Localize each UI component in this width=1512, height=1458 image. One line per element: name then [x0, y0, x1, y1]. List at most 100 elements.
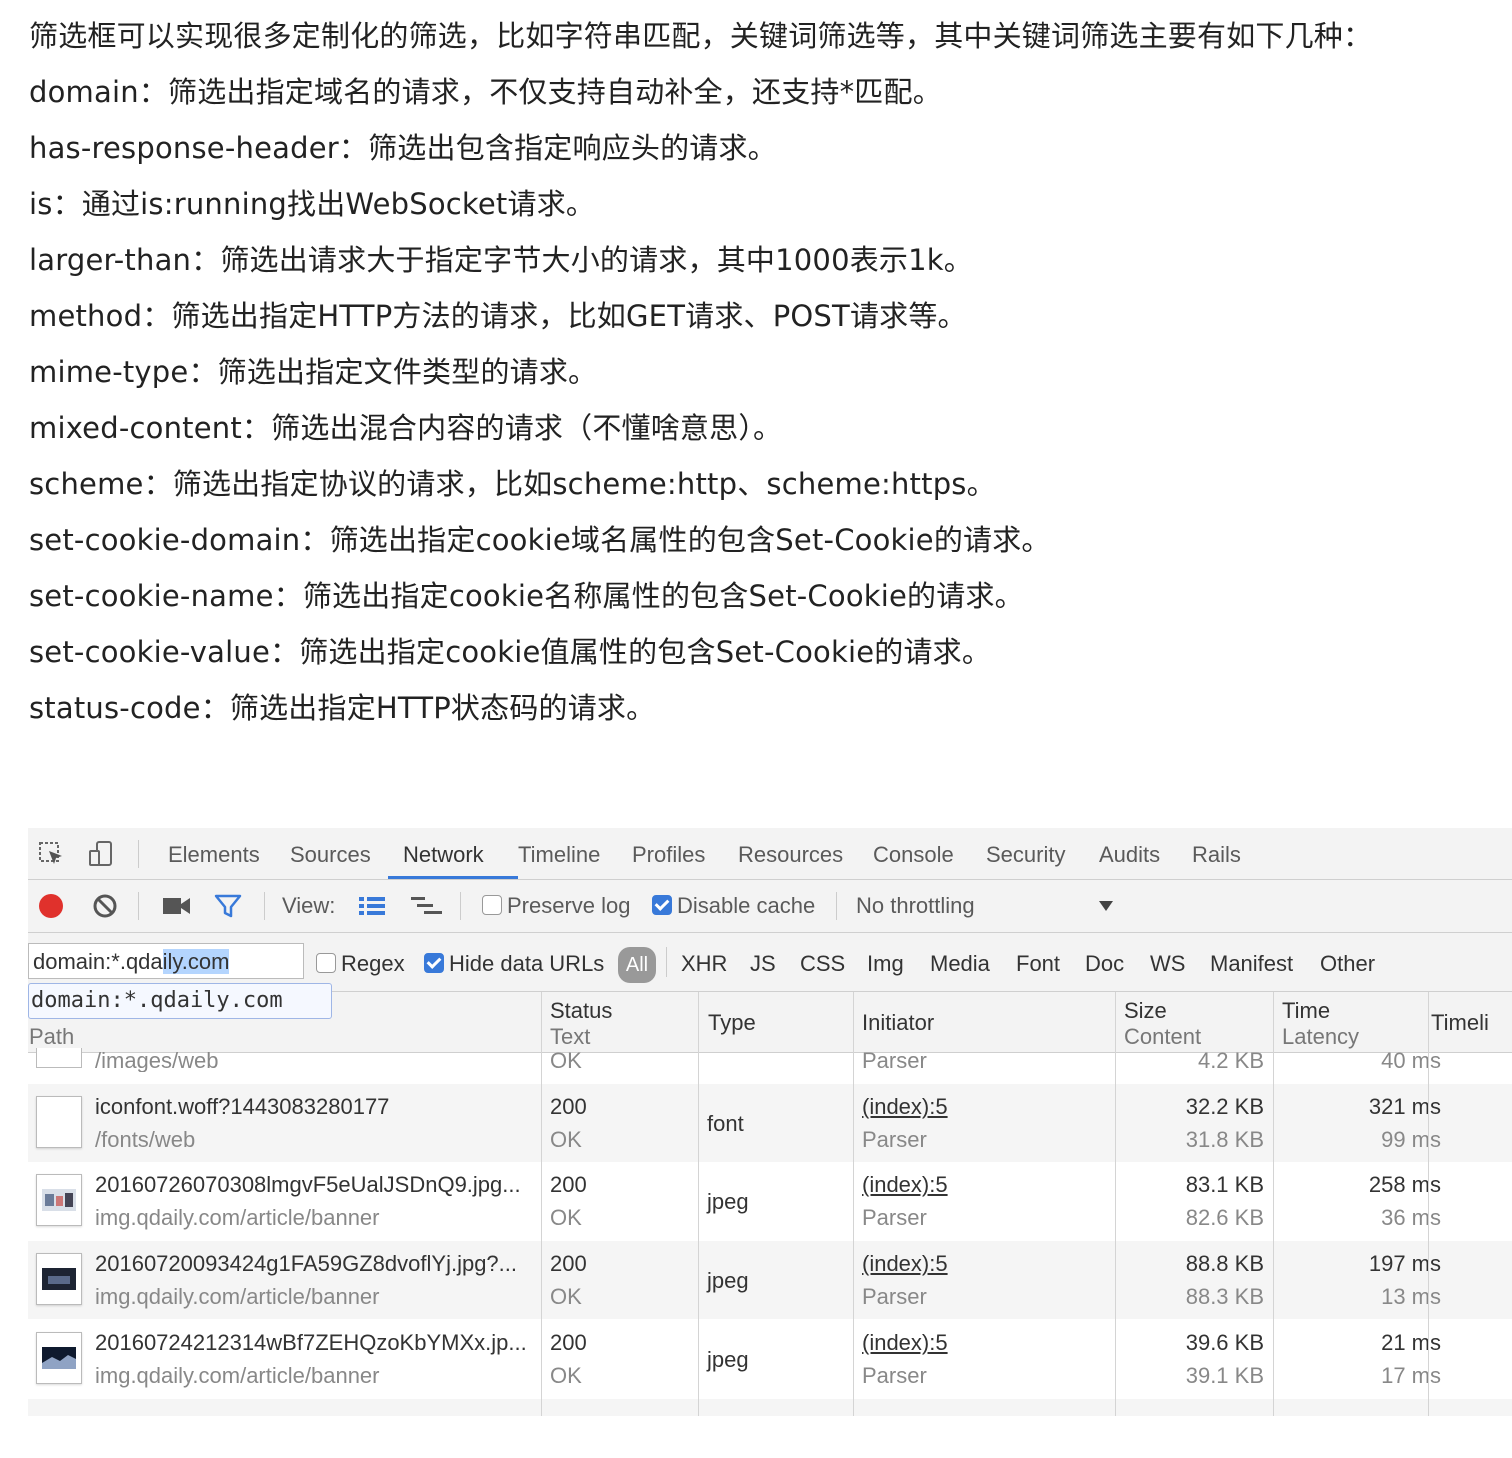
filter-other[interactable]: Other [1320, 951, 1375, 977]
tab-rails[interactable]: Rails [1192, 842, 1241, 868]
row-latency: 17 ms [1381, 1363, 1441, 1388]
filter-xhr[interactable]: XHR [681, 951, 727, 977]
row-initiator-sub: Parser [862, 1363, 927, 1388]
divider [264, 892, 265, 920]
filter-css[interactable]: CSS [800, 951, 845, 977]
record-icon[interactable] [38, 893, 64, 919]
table-row[interactable]: 20160726070308lmgvF5eUalJSDnQ9.jpg... im… [28, 1162, 1512, 1240]
row-time: 21 ms [1381, 1330, 1441, 1355]
row-time: 258 ms [1368, 1172, 1441, 1197]
preserve-log-label: Preserve log [507, 893, 631, 918]
row-initiator-sub: Parser [862, 1048, 927, 1072]
row-name: 20160720093424g1FA59GZ8dvoflYj.jpg?... [95, 1251, 517, 1276]
column-size[interactable]: Size [1124, 998, 1167, 1024]
row-initiator-link[interactable]: (index):5 [862, 1330, 948, 1356]
filter-text: domain:*.qda [33, 949, 163, 974]
row-status-text: OK [550, 1048, 582, 1072]
filter-manifest[interactable]: Manifest [1210, 951, 1293, 977]
filter-img[interactable]: Img [867, 951, 904, 977]
filter-ws[interactable]: WS [1150, 951, 1185, 977]
row-status: 200 [550, 1094, 587, 1119]
checkbox-unchecked[interactable] [316, 953, 336, 973]
article-text: 筛选框可以实现很多定制化的筛选，比如字符串匹配，关键词筛选等，其中关键词筛选主要… [29, 8, 1469, 736]
keyword-line: set-cookie-domain：筛选出指定cookie域名属性的包含Set-… [29, 523, 1051, 557]
filter-selected-text: ily.com [162, 949, 230, 974]
column-divider [698, 992, 699, 1416]
view-label: View: [282, 893, 336, 918]
row-time: 197 ms [1368, 1251, 1441, 1276]
row-status-text: OK [550, 1363, 582, 1388]
row-content: 31.8 KB [1185, 1127, 1264, 1152]
row-status-text: OK [550, 1205, 582, 1230]
tab-resources[interactable]: Resources [738, 842, 843, 868]
image-icon [42, 1268, 76, 1290]
row-type: jpeg [707, 1189, 749, 1214]
large-rows-icon[interactable] [358, 894, 386, 918]
filter-doc[interactable]: Doc [1085, 951, 1124, 977]
keyword-line: status-code：筛选出指定HTTP状态码的请求。 [29, 691, 656, 725]
filter-media[interactable]: Media [930, 951, 990, 977]
column-timeline[interactable]: Timeli [1431, 1010, 1489, 1036]
column-type[interactable]: Type [708, 1010, 756, 1036]
disable-cache-checkbox[interactable]: Disable cache [652, 893, 815, 919]
table-row[interactable]: 20160724212314wBf7ZEHQzoKbYMXx.jp... img… [28, 1320, 1512, 1398]
hide-data-urls-checkbox[interactable]: Hide data URLs [424, 951, 604, 977]
filter-js[interactable]: JS [750, 951, 776, 977]
table-row-partial[interactable]: /images/web OK Parser 4.2 KB 40 ms [28, 1048, 1512, 1072]
checkbox-unchecked[interactable] [482, 895, 502, 915]
column-path[interactable]: Path [29, 1024, 74, 1050]
filter-input[interactable]: domain:*.qdaily.com [28, 943, 304, 979]
device-mode-icon[interactable] [88, 840, 116, 868]
capture-screenshots-icon[interactable] [162, 894, 192, 918]
row-size: 83.1 KB [1185, 1172, 1264, 1197]
tab-timeline[interactable]: Timeline [518, 842, 600, 868]
row-content: 88.3 KB [1185, 1284, 1264, 1309]
overview-icon[interactable] [410, 894, 444, 918]
table-row[interactable]: 20160720093424g1FA59GZ8dvoflYj.jpg?... i… [28, 1241, 1512, 1319]
tab-profiles[interactable]: Profiles [632, 842, 705, 868]
row-initiator-link[interactable]: (index):5 [862, 1094, 948, 1120]
divider [138, 840, 139, 868]
preserve-log-checkbox[interactable]: Preserve log [482, 893, 631, 919]
regex-checkbox[interactable]: Regex [316, 951, 405, 977]
row-path: img.qdaily.com/article/banner [95, 1284, 380, 1309]
autocomplete-suggestion[interactable]: domain:*.qdaily.com [28, 983, 332, 1019]
row-content: 82.6 KB [1185, 1205, 1264, 1230]
divider [138, 892, 139, 920]
clear-icon[interactable] [92, 893, 118, 919]
tab-sources[interactable]: Sources [290, 842, 371, 868]
row-initiator-link[interactable]: (index):5 [862, 1172, 948, 1198]
checkbox-checked[interactable] [652, 895, 672, 915]
filter-font[interactable]: Font [1016, 951, 1060, 977]
inspect-element-icon[interactable] [38, 840, 66, 868]
keyword-line: mixed-content：筛选出混合内容的请求（不懂啥意思）。 [29, 411, 783, 445]
tab-elements[interactable]: Elements [168, 842, 260, 868]
tab-network[interactable]: Network [403, 842, 484, 868]
filter-all-button[interactable]: All [618, 947, 656, 983]
tab-audits[interactable]: Audits [1099, 842, 1160, 868]
row-status-text: OK [550, 1284, 582, 1309]
font-file-icon [36, 1096, 82, 1148]
row-path: img.qdaily.com/article/banner [95, 1205, 380, 1230]
column-divider [853, 992, 854, 1416]
column-status-text: Text [550, 1024, 591, 1049]
row-status: 200 [550, 1172, 587, 1197]
table-row-partial[interactable] [28, 1399, 1512, 1416]
filter-icon[interactable] [214, 893, 242, 919]
table-row[interactable]: iconfont.woff?1443083280177 /fonts/web 2… [28, 1084, 1512, 1162]
active-tab-indicator [388, 876, 518, 879]
tab-console[interactable]: Console [873, 842, 954, 868]
network-toolbar: View: Preserve log Disable cache No thro… [28, 880, 1512, 933]
devtools-tabbar: Elements Sources Network Timeline Profil… [28, 828, 1512, 880]
throttling-select[interactable]: No throttling [856, 893, 975, 919]
image-thumbnail [36, 1253, 82, 1305]
tab-security[interactable]: Security [986, 842, 1065, 868]
image-icon [42, 1347, 76, 1369]
chevron-down-icon[interactable] [1098, 900, 1114, 912]
checkbox-checked[interactable] [424, 953, 444, 973]
column-status[interactable]: Status [550, 998, 612, 1024]
row-latency: 13 ms [1381, 1284, 1441, 1309]
column-time[interactable]: Time [1282, 998, 1330, 1024]
row-initiator-link[interactable]: (index):5 [862, 1251, 948, 1277]
column-initiator[interactable]: Initiator [862, 1010, 934, 1036]
